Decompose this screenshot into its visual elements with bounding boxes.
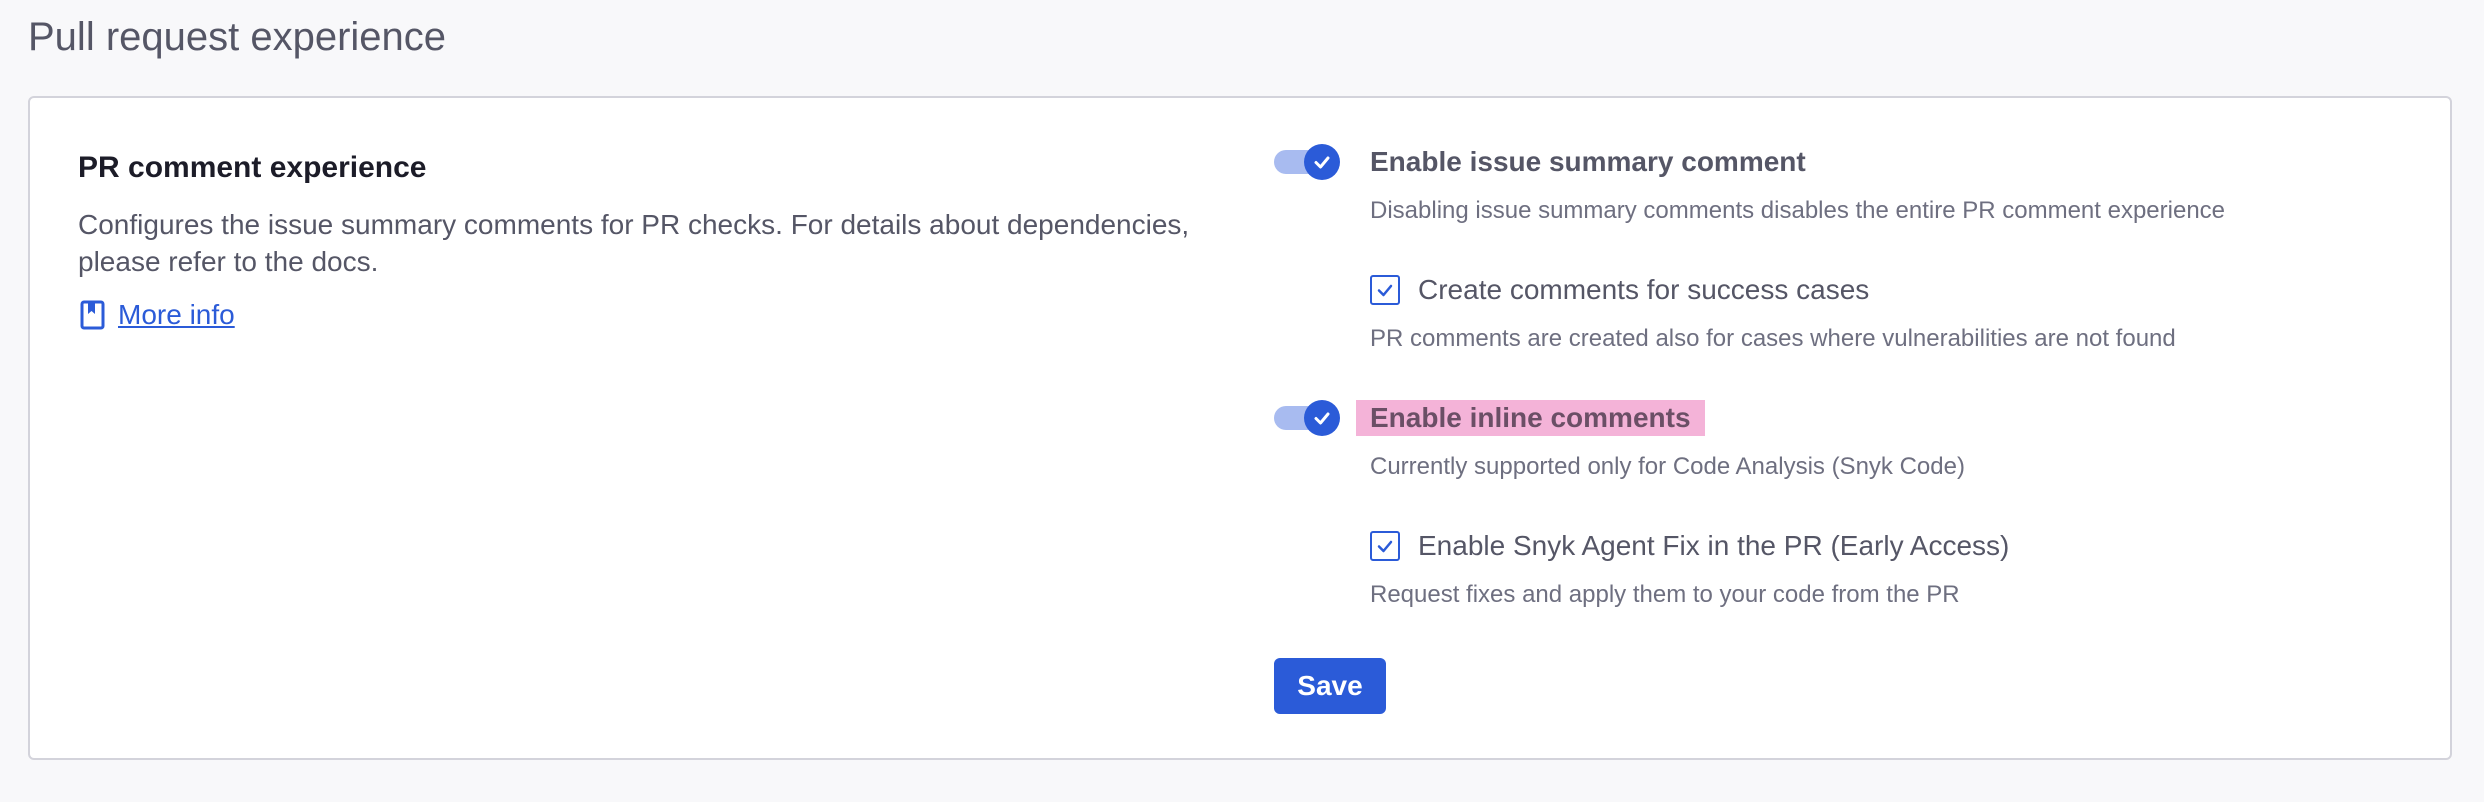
check-icon — [1377, 540, 1393, 553]
inline-comments-toggle[interactable] — [1274, 400, 1340, 436]
book-icon — [78, 299, 108, 331]
issue-summary-row: Enable issue summary comment — [1274, 144, 1806, 180]
inline-comments-label: Enable inline comments — [1356, 400, 1705, 436]
inline-comments-helper: Currently supported only for Code Analys… — [1370, 453, 1965, 480]
success-cases-helper: PR comments are created also for cases w… — [1370, 325, 2176, 352]
success-cases-label: Create comments for success cases — [1418, 274, 1870, 305]
pr-comment-settings-card: PR comment experience Configures the iss… — [28, 96, 2452, 760]
check-icon — [1304, 144, 1340, 180]
issue-summary-label: Enable issue summary comment — [1370, 146, 1806, 177]
agent-fix-checkbox[interactable] — [1370, 531, 1400, 561]
check-icon — [1304, 400, 1340, 436]
inline-comments-row: Enable inline comments — [1274, 400, 1705, 436]
success-cases-row: Create comments for success cases — [1370, 272, 1869, 308]
section-description: Configures the issue summary comments fo… — [78, 209, 1190, 277]
success-cases-checkbox[interactable] — [1370, 275, 1400, 305]
more-info-label: More info — [118, 299, 235, 330]
agent-fix-row: Enable Snyk Agent Fix in the PR (Early A… — [1370, 528, 2009, 564]
section-controls: Enable issue summary comment Disabling i… — [1274, 98, 2424, 758]
issue-summary-toggle[interactable] — [1274, 144, 1340, 180]
section-info: PR comment experience Configures the iss… — [78, 148, 1228, 336]
issue-summary-helper: Disabling issue summary comments disable… — [1370, 197, 2226, 224]
save-button[interactable]: Save — [1274, 658, 1386, 714]
more-info-link[interactable]: More info — [78, 296, 235, 333]
page-title: Pull request experience — [28, 15, 447, 59]
agent-fix-helper: Request fixes and apply them to your cod… — [1370, 581, 1960, 608]
check-icon — [1377, 284, 1393, 297]
agent-fix-label: Enable Snyk Agent Fix in the PR (Early A… — [1418, 530, 2010, 561]
section-title: PR comment experience — [78, 151, 427, 184]
